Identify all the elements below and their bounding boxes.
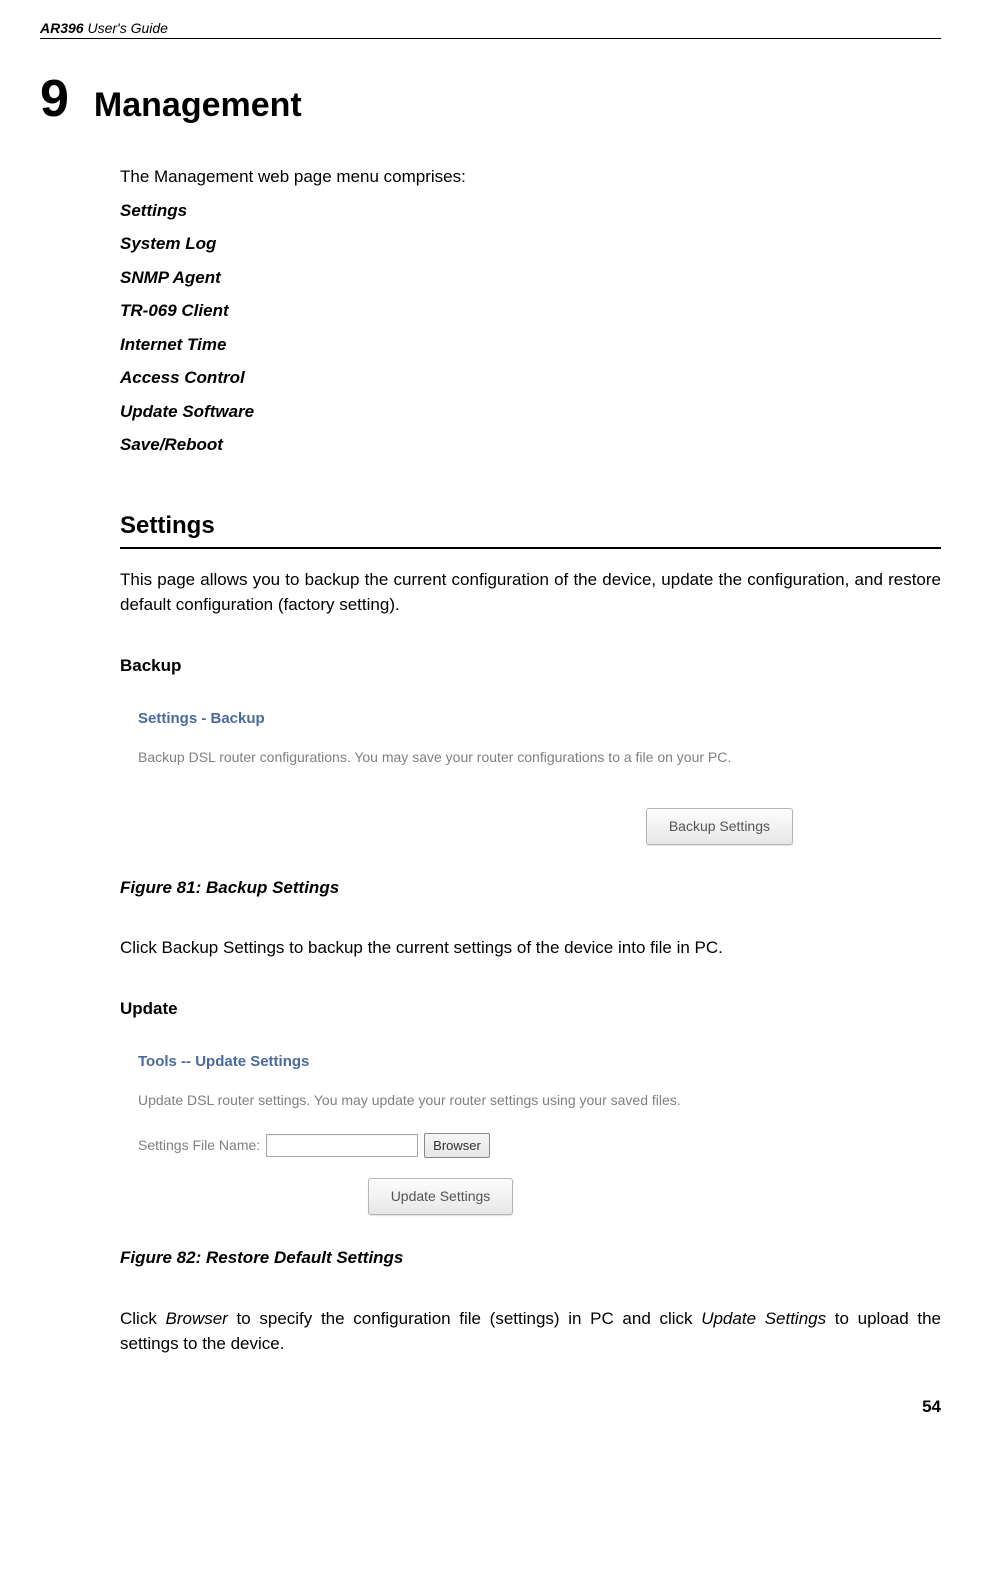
- menu-item-settings: Settings: [120, 198, 941, 224]
- update-instruction: Click Browser to specify the configurati…: [120, 1306, 941, 1357]
- backup-instruction: Click Backup Settings to backup the curr…: [120, 935, 941, 961]
- browser-button[interactable]: Browser: [424, 1133, 490, 1159]
- menu-item-update-software: Update Software: [120, 399, 941, 425]
- chapter-heading: 9 Management: [40, 69, 941, 129]
- ss-backup-title: Settings - Backup: [138, 708, 923, 731]
- figure-81-caption: Figure 81: Backup Settings: [120, 875, 941, 901]
- page-header: AR396 User's Guide: [40, 20, 941, 39]
- sub-heading-update: Update: [120, 996, 941, 1022]
- ss-update-desc: Update DSL router settings. You may upda…: [138, 1090, 923, 1111]
- update-settings-button[interactable]: Update Settings: [368, 1178, 514, 1215]
- update-em-browser: Browser: [166, 1309, 228, 1328]
- menu-item-system-log: System Log: [120, 231, 941, 257]
- header-text: AR396 User's Guide: [40, 20, 168, 36]
- intro-text: The Management web page menu comprises:: [120, 164, 941, 190]
- doc-title: User's Guide: [87, 20, 167, 36]
- menu-item-access-control: Access Control: [120, 365, 941, 391]
- chapter-title: Management: [94, 86, 302, 125]
- backup-settings-button[interactable]: Backup Settings: [646, 808, 793, 845]
- ss-update-form-row: Settings File Name: Browser: [138, 1133, 923, 1159]
- menu-item-internet-time: Internet Time: [120, 332, 941, 358]
- update-text-2: to specify the configuration file (setti…: [228, 1309, 701, 1328]
- settings-file-input[interactable]: [266, 1134, 418, 1157]
- ss-file-label: Settings File Name:: [138, 1135, 260, 1156]
- ss-update-title: Tools -- Update Settings: [138, 1051, 923, 1074]
- menu-item-snmp-agent: SNMP Agent: [120, 265, 941, 291]
- sub-heading-backup: Backup: [120, 653, 941, 679]
- page-number: 54: [40, 1397, 941, 1417]
- section-heading-settings: Settings: [120, 508, 941, 549]
- ss-backup-desc: Backup DSL router configurations. You ma…: [138, 747, 923, 768]
- figure-82-caption: Figure 82: Restore Default Settings: [120, 1245, 941, 1271]
- screenshot-update: Tools -- Update Settings Update DSL rout…: [120, 1039, 941, 1233]
- screenshot-backup: Settings - Backup Backup DSL router conf…: [120, 696, 941, 863]
- update-em-update-settings: Update Settings: [701, 1309, 826, 1328]
- menu-item-save-reboot: Save/Reboot: [120, 432, 941, 458]
- settings-description: This page allows you to backup the curre…: [120, 567, 941, 618]
- update-text-1: Click: [120, 1309, 166, 1328]
- menu-item-tr069-client: TR-069 Client: [120, 298, 941, 324]
- product-name: AR396: [40, 20, 84, 36]
- chapter-number: 9: [40, 69, 69, 129]
